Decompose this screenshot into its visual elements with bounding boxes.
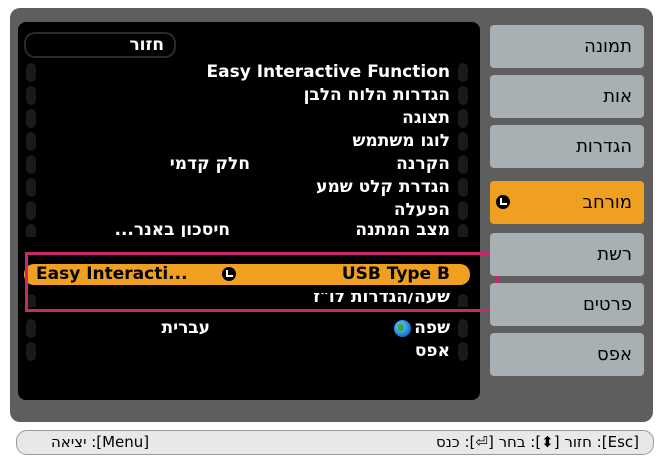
- menu-item-whiteboard-settings[interactable]: הגדרות הלוח הלבן: [24, 85, 470, 106]
- menu-item-label: USB Type B: [341, 264, 450, 284]
- menu-item-user-logo[interactable]: לוגו משתמש: [24, 131, 470, 152]
- menu-item-label: שעה/הגדרות לו"ז: [313, 293, 450, 307]
- menu-item-label: אפס: [414, 341, 450, 361]
- menu-item-usb-type-b[interactable]: USB Type B Easy Interacti...: [24, 264, 470, 285]
- menu-item-label: לוגו משתמש: [352, 131, 450, 151]
- menu-item-operation[interactable]: הפעלה: [24, 200, 470, 221]
- tab-label: אפס: [597, 344, 632, 365]
- enter-icon: [222, 267, 236, 281]
- menu-item-audio-input[interactable]: הגדרת קלט שמע: [24, 177, 470, 198]
- tab-reset[interactable]: אפס: [490, 333, 644, 376]
- tab-label: אות: [603, 86, 632, 107]
- globe-icon: [394, 320, 411, 337]
- menu-item-easy-interactive-function[interactable]: Easy Interactive Function: [24, 62, 470, 83]
- tab-image[interactable]: תמונה: [490, 25, 644, 68]
- tab-label: פרטים: [582, 294, 632, 315]
- menu-item-value: עברית: [161, 318, 210, 338]
- enter-icon: [496, 195, 510, 209]
- tab-label: הגדרות: [576, 136, 632, 157]
- tab-network[interactable]: רשת: [490, 233, 644, 276]
- menu-item-projection[interactable]: הקרנה חלק קדמי: [24, 154, 470, 175]
- menu-item-date-time[interactable]: שעה/הגדרות לו"ז: [24, 293, 470, 307]
- menu-item-label: הפעלה: [393, 200, 450, 220]
- help-bar: [Menu]: יציאה [Esc]: חזור [⬍]: בחר [⏎]: …: [16, 430, 654, 455]
- menu-item-label: שפה: [414, 318, 450, 338]
- menu-item-value: חיסכון באנר...: [114, 223, 230, 237]
- navigation-hint: [Esc]: חזור [⬍]: בחר [⏎]: כנס: [436, 433, 639, 451]
- menu-item-language[interactable]: שפה עברית: [24, 318, 470, 339]
- back-button[interactable]: חזור: [24, 32, 176, 58]
- menu-item-label: תצוגה: [402, 108, 450, 128]
- back-label: חזור: [129, 35, 164, 55]
- tab-settings[interactable]: הגדרות: [490, 125, 644, 168]
- menu-item-value: חלק קדמי: [169, 154, 250, 174]
- tab-info[interactable]: פרטים: [490, 283, 644, 326]
- tab-label: רשת: [597, 244, 632, 265]
- tab-label: מורחב: [582, 192, 632, 213]
- menu-item-label: מצב המתנה: [355, 223, 450, 237]
- menu-item-label: הקרנה: [396, 154, 450, 174]
- menu-item-display[interactable]: תצוגה: [24, 108, 470, 129]
- tab-label: תמונה: [584, 36, 632, 57]
- menu-item-label: Easy Interactive Function: [206, 62, 451, 82]
- exit-hint: [Menu]: יציאה: [51, 433, 150, 451]
- menu-item-standby-mode[interactable]: מצב המתנה חיסכון באנר...: [24, 223, 470, 237]
- tab-signal[interactable]: אות: [490, 75, 644, 118]
- menu-item-label: הגדרת קלט שמע: [316, 177, 450, 197]
- tab-extended[interactable]: מורחב: [490, 181, 644, 224]
- menu-item-label: הגדרות הלוח הלבן: [303, 85, 450, 105]
- menu-item-reset[interactable]: אפס: [24, 341, 470, 362]
- menu-item-value: Easy Interacti...: [36, 264, 188, 284]
